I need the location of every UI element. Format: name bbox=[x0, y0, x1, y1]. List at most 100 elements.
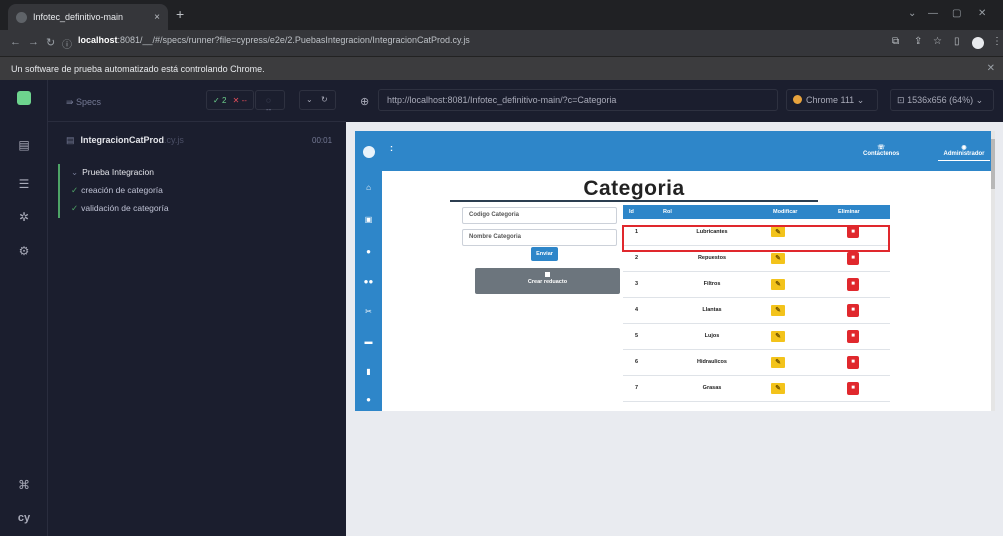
submit-button[interactable]: Enviar bbox=[531, 247, 558, 261]
spec-file-header[interactable]: ▤ IntegracionCatProd.cy.js bbox=[66, 135, 184, 146]
specs-toggle[interactable]: ⇛ Specs bbox=[66, 97, 101, 108]
scrollbar-thumb[interactable] bbox=[991, 139, 995, 189]
cell-name: Lujos bbox=[657, 323, 767, 350]
pass-check-icon: ✓ bbox=[71, 185, 79, 195]
bookmark-star-icon[interactable]: ☆ bbox=[933, 36, 942, 47]
cypress-logo-icon[interactable]: cy bbox=[0, 512, 48, 524]
test-title: validación de categoría bbox=[81, 203, 169, 213]
home-icon[interactable]: ⌂ bbox=[355, 183, 382, 192]
rerun-icon[interactable]: ↻ bbox=[321, 95, 328, 104]
table-header-row: Id Rol Modificar Eliminar bbox=[623, 205, 890, 219]
table-row: 4 Llantas ✎ ■ bbox=[623, 297, 890, 324]
keyboard-shortcuts-icon[interactable]: ⌘ bbox=[0, 478, 48, 492]
cell-name: Grasas bbox=[657, 375, 767, 402]
user-icon[interactable]: ● bbox=[355, 247, 382, 256]
lock-icon[interactable]: ▣ bbox=[355, 215, 382, 224]
cell-name: Llantas bbox=[657, 297, 767, 324]
side-panel-icon[interactable]: ▯ bbox=[954, 36, 960, 47]
trash-icon[interactable]: ■ bbox=[847, 355, 859, 369]
tab-close-icon[interactable]: × bbox=[154, 12, 160, 23]
passed-count: ✓ 2 bbox=[213, 96, 227, 105]
reporter-controls: ⌄ ↻ bbox=[299, 90, 336, 110]
infobar-close-icon[interactable]: ✕ bbox=[987, 63, 995, 74]
pass-check-icon: ✓ bbox=[71, 203, 79, 213]
edit-icon[interactable]: ✎ bbox=[771, 278, 785, 290]
cell-id: 6 bbox=[623, 349, 657, 376]
users-icon[interactable]: ●● bbox=[355, 277, 382, 286]
trash-icon[interactable]: ■ bbox=[847, 381, 859, 395]
failed-count: ✕ -- bbox=[232, 96, 247, 105]
aut-url-bar[interactable]: http://localhost:8081/Infotec_definitivo… bbox=[378, 89, 778, 111]
cypress-sidebar: ▤ ☰ ✲ ⚙ ⌘ cy bbox=[0, 80, 48, 536]
create-report-button[interactable]: Crear reduacto bbox=[475, 268, 620, 294]
edit-icon[interactable]: ✎ bbox=[771, 330, 785, 342]
edit-icon[interactable]: ✎ bbox=[771, 304, 785, 316]
debug-icon[interactable]: ✲ bbox=[0, 210, 48, 224]
app-scrollbar[interactable] bbox=[991, 131, 995, 411]
category-name-input[interactable]: Nombre Categoria bbox=[462, 229, 617, 246]
minimize-icon[interactable]: — bbox=[928, 8, 938, 19]
browser-selector[interactable]: Chrome 111 ⌄ bbox=[786, 89, 878, 111]
trash-icon[interactable]: ■ bbox=[847, 303, 859, 317]
tools-icon[interactable]: ✂ bbox=[355, 307, 382, 316]
admin-label: Administrador bbox=[943, 151, 985, 157]
expand-chevron-icon[interactable]: ⌄ bbox=[306, 95, 313, 104]
trash-icon[interactable]: ■ bbox=[847, 251, 859, 265]
table-row: 6 Hidraulicos ✎ ■ bbox=[623, 349, 890, 376]
app-logo[interactable] bbox=[363, 146, 375, 158]
forward-icon[interactable]: → bbox=[28, 36, 39, 48]
viewport-info[interactable]: ⊡ 1536x656 (64%) ⌄ bbox=[890, 89, 994, 111]
test-row[interactable]: ✓ validación de categoría bbox=[60, 200, 346, 218]
edit-icon[interactable]: ✎ bbox=[771, 252, 785, 264]
runs-icon[interactable]: ▤ bbox=[0, 138, 48, 152]
close-window-icon[interactable]: ✕ bbox=[978, 8, 986, 19]
share-icon[interactable]: ⇪ bbox=[914, 36, 922, 47]
page-title: Categoria bbox=[583, 177, 685, 200]
browser-tab[interactable]: Infotec_definitivo-main × bbox=[8, 4, 168, 30]
automation-infobar: Un software de prueba automatizado está … bbox=[0, 56, 1003, 80]
project-logo-icon[interactable] bbox=[17, 91, 31, 105]
address-bar[interactable]: localhost:8081/__/#/specs/runner?file=cy… bbox=[78, 35, 470, 45]
automation-notice: Un software de prueba automatizado está … bbox=[11, 64, 265, 74]
suite-title-row[interactable]: ⌄ Prueba Integracion bbox=[60, 164, 346, 182]
table-row: 5 Lujos ✎ ■ bbox=[623, 323, 890, 350]
contact-label: Contáctenos bbox=[863, 151, 900, 157]
specs-list-icon[interactable]: ☰ bbox=[0, 177, 48, 191]
file-icon[interactable]: ▮ bbox=[355, 367, 382, 376]
menu-kebab-icon[interactable]: ⋮ bbox=[992, 36, 1002, 47]
admin-link[interactable]: ◉ Administrador bbox=[938, 144, 990, 161]
profile-avatar[interactable] bbox=[972, 37, 984, 49]
cell-name: Hidraulicos bbox=[657, 349, 767, 376]
settings-icon[interactable]: ● bbox=[355, 395, 382, 404]
reporter-header: ⇛ Specs ✓ 2 ✕ -- ◌ -- ⌄ ↻ bbox=[48, 80, 346, 122]
header-modificar: Modificar bbox=[767, 205, 832, 219]
selector-playground-icon[interactable]: ⊕ bbox=[360, 95, 369, 108]
back-icon[interactable]: ← bbox=[10, 36, 21, 48]
edit-icon[interactable]: ✎ bbox=[771, 356, 785, 368]
settings-gear-icon[interactable]: ⚙ bbox=[0, 244, 48, 258]
box-icon[interactable]: ▬ bbox=[355, 337, 382, 346]
cell-id: 7 bbox=[623, 375, 657, 402]
cypress-highlight-box bbox=[622, 225, 890, 252]
favicon-icon bbox=[16, 11, 27, 23]
edit-icon[interactable]: ✎ bbox=[771, 382, 785, 394]
test-row[interactable]: ✓ creación de categoría bbox=[60, 182, 346, 200]
title-underline bbox=[450, 200, 818, 202]
translate-icon[interactable]: ⧉ bbox=[892, 36, 899, 47]
trash-icon[interactable]: ■ bbox=[847, 329, 859, 343]
viewport-icon: ⊡ bbox=[897, 95, 905, 105]
contact-link[interactable]: ☏ Contáctenos bbox=[863, 144, 899, 157]
site-info-icon[interactable]: ⓘ bbox=[62, 36, 72, 51]
spec-duration: 00:01 bbox=[312, 136, 333, 145]
new-tab-button[interactable]: + bbox=[176, 6, 184, 22]
reload-icon[interactable]: ↻ bbox=[46, 36, 55, 49]
chevron-down-icon[interactable]: ⌄ bbox=[908, 8, 916, 19]
test-title: creación de categoría bbox=[81, 185, 163, 195]
category-code-input[interactable]: Codigo Categoria bbox=[462, 207, 617, 224]
create-report-label: Crear reduacto bbox=[527, 279, 568, 285]
trash-icon[interactable]: ■ bbox=[847, 277, 859, 291]
nav-toggle[interactable]: : bbox=[390, 143, 393, 153]
maximize-icon[interactable]: ▢ bbox=[952, 8, 961, 19]
url-host: localhost bbox=[78, 35, 118, 45]
browser-tab-strip: Infotec_definitivo-main × + ⌄ — ▢ ✕ bbox=[0, 0, 1003, 30]
